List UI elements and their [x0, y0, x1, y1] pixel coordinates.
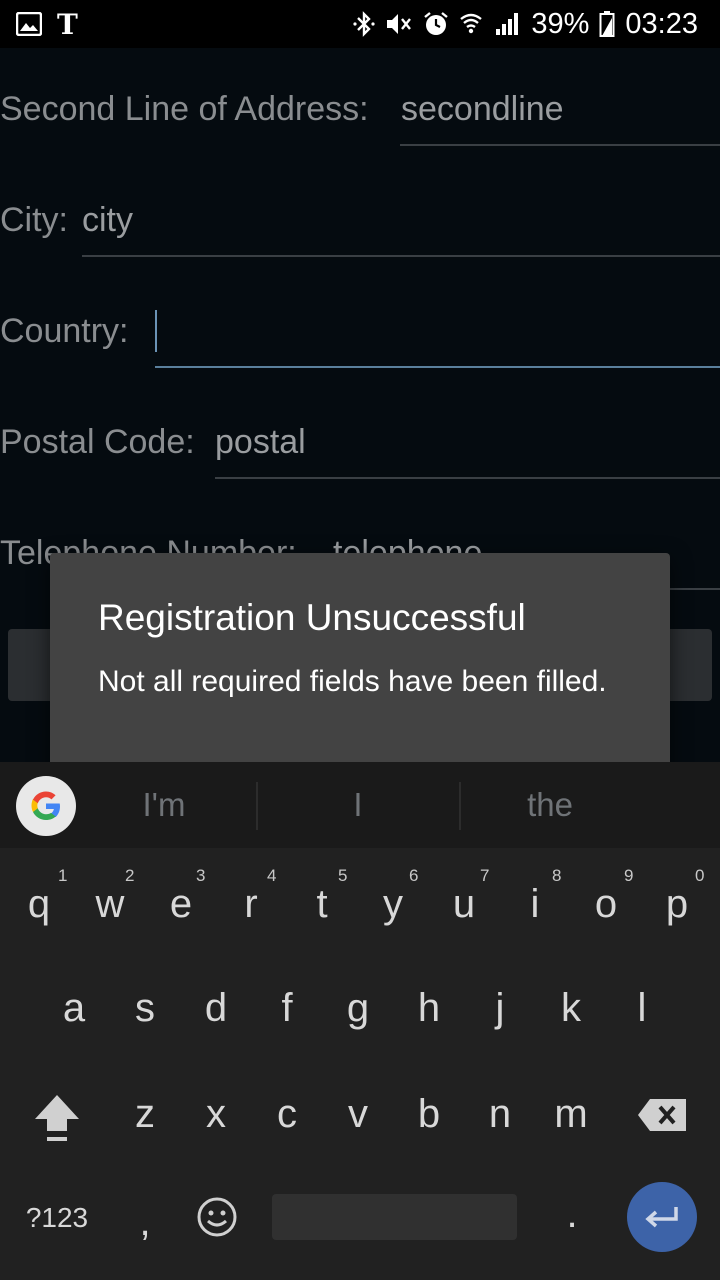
key-s[interactable]: s	[110, 986, 180, 1031]
key-y[interactable]: y	[358, 882, 428, 927]
key-e[interactable]: e	[146, 882, 216, 927]
country-label: Country:	[0, 312, 129, 350]
key-k[interactable]: k	[536, 986, 606, 1031]
comma-key[interactable]: ,	[110, 1200, 180, 1245]
postal-input[interactable]: postal	[215, 423, 306, 462]
key-e-hint: 3	[196, 866, 206, 885]
key-q[interactable]: q	[4, 882, 74, 927]
key-l[interactable]: l	[607, 986, 677, 1031]
status-bar: T 39% 03:23	[0, 0, 720, 48]
period-key[interactable]: .	[537, 1192, 607, 1237]
clock: 03:23	[625, 7, 698, 40]
battery-icon	[599, 10, 615, 38]
key-b[interactable]: b	[394, 1092, 464, 1137]
key-y-hint: 6	[409, 866, 419, 885]
emoji-key[interactable]	[194, 1194, 240, 1240]
backspace-key[interactable]	[630, 1092, 694, 1138]
city-input[interactable]: city	[82, 201, 133, 240]
key-q-hint: 1	[58, 866, 68, 885]
key-n[interactable]: n	[465, 1092, 535, 1137]
key-w[interactable]: w	[75, 882, 145, 927]
city-row: City: city	[0, 181, 720, 261]
suggestion-3[interactable]: the	[450, 786, 650, 824]
key-p[interactable]: p	[642, 882, 712, 927]
key-d[interactable]: d	[181, 986, 251, 1031]
suggestion-2[interactable]: I	[258, 786, 458, 824]
key-u[interactable]: u	[429, 882, 499, 927]
key-i[interactable]: i	[500, 882, 570, 927]
city-underline	[82, 255, 720, 257]
emoji-icon	[197, 1197, 237, 1237]
key-r[interactable]: r	[216, 882, 286, 927]
country-underline	[155, 366, 720, 368]
key-w-hint: 2	[125, 866, 135, 885]
key-h[interactable]: h	[394, 986, 464, 1031]
key-m[interactable]: m	[536, 1092, 606, 1137]
symbols-key[interactable]: ?123	[16, 1202, 98, 1234]
nytimes-icon: T	[56, 10, 82, 38]
mute-icon	[385, 11, 413, 37]
second-line-input[interactable]: secondline	[401, 90, 564, 129]
second-line-label: Second Line of Address:	[0, 90, 369, 128]
key-t-hint: 5	[338, 866, 348, 885]
key-t[interactable]: t	[287, 882, 357, 927]
signal-icon	[493, 11, 521, 37]
key-p-hint: 0	[695, 866, 705, 885]
suggestion-bar: I'm I the	[0, 762, 720, 848]
key-z[interactable]: z	[110, 1092, 180, 1137]
key-r-hint: 4	[267, 866, 277, 885]
svg-text:T: T	[57, 10, 78, 38]
key-u-hint: 7	[480, 866, 490, 885]
enter-key[interactable]	[627, 1182, 697, 1252]
bluetooth-icon	[353, 10, 375, 38]
second-line-row: Second Line of Address: secondline	[0, 70, 720, 150]
city-label: City:	[0, 201, 68, 239]
key-c[interactable]: c	[252, 1092, 322, 1137]
key-a[interactable]: a	[39, 986, 109, 1031]
key-i-hint: 8	[552, 866, 562, 885]
shift-icon	[35, 1095, 79, 1141]
enter-icon	[645, 1207, 678, 1228]
shift-key[interactable]	[26, 1088, 88, 1148]
backspace-icon	[638, 1099, 686, 1131]
suggestion-1[interactable]: I'm	[64, 786, 264, 824]
key-o[interactable]: o	[571, 882, 641, 927]
key-g[interactable]: g	[323, 986, 393, 1031]
alarm-icon	[423, 11, 449, 37]
dialog-title: Registration Unsuccessful	[98, 597, 526, 638]
battery-percent: 39%	[531, 7, 590, 40]
text-cursor	[155, 310, 157, 352]
dialog-message: Not all required fields have been filled…	[98, 665, 607, 698]
key-x[interactable]: x	[181, 1092, 251, 1137]
key-f[interactable]: f	[252, 986, 322, 1031]
postal-underline	[215, 477, 720, 479]
key-o-hint: 9	[624, 866, 634, 885]
second-line-underline	[400, 144, 720, 146]
image-icon	[16, 12, 42, 36]
space-bar[interactable]	[272, 1194, 517, 1240]
postal-row: Postal Code: postal	[0, 403, 720, 483]
key-j[interactable]: j	[465, 986, 535, 1031]
wifi-icon	[459, 11, 483, 37]
error-dialog: Registration Unsuccessful Not all requir…	[50, 553, 670, 775]
soft-keyboard: I'm I the q 1 w 2 e 3 r 4 t 5 y 6 u 7 i …	[0, 762, 720, 1280]
key-v[interactable]: v	[323, 1092, 393, 1137]
country-row: Country:	[0, 292, 720, 372]
postal-label: Postal Code:	[0, 423, 195, 461]
